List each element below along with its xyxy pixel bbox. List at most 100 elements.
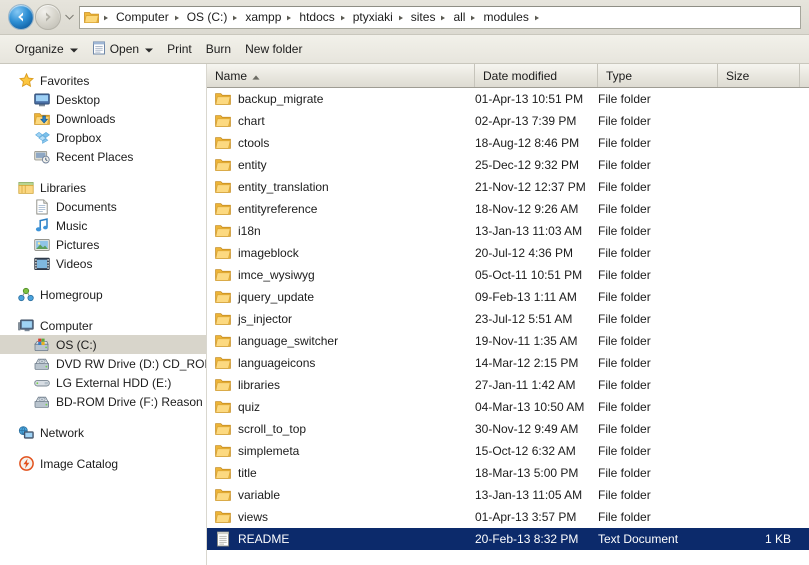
folder-icon [215,157,231,173]
table-row[interactable]: entity_translation 21-Nov-12 12:37 PM File… [207,176,809,198]
table-row[interactable]: entity 25-Dec-12 9:32 PM File folder [207,154,809,176]
column-header-type[interactable]: Type [598,64,718,87]
table-row[interactable]: js_injector 23-Jul-12 5:51 AM File folder [207,308,809,330]
sidebar-item-desktop[interactable]: Desktop [0,90,206,109]
sidebar-item-pictures[interactable]: Pictures [0,235,206,254]
table-row[interactable]: ctools 18-Aug-12 8:46 PM File folder [207,132,809,154]
explorer-window: Computer OS (C:) xampp htdocs ptyxiaki sites a… [0,0,809,565]
sidebar-item-os-c-[interactable]: OS (C:) [0,335,206,354]
table-row[interactable]: language_switcher 19-Nov-11 1:35 AM File f… [207,330,809,352]
nav-group: Computer OS (C:) DVD RW Drive (D:) CD_ROM L… [0,316,206,411]
sidebar-item-computer[interactable]: Computer [0,316,206,335]
folder-icon [215,267,231,283]
sidebar-item-label: Videos [56,256,93,271]
pictures-icon [34,237,50,253]
sidebar-item-label: BD-ROM Drive (F:) Reason 5 [56,394,207,409]
breadcrumb-separator[interactable] [338,15,350,21]
sidebar-item-downloads[interactable]: Downloads [0,109,206,128]
folder-icon [215,355,231,371]
sidebar-item-favorites[interactable]: Favorites [0,71,206,90]
cell-name: languageicons [207,352,475,374]
folder-icon [215,91,231,107]
breadcrumb-separator[interactable] [396,15,408,21]
new-folder-button[interactable]: New folder [238,38,309,60]
sidebar-item-libraries[interactable]: Libraries [0,178,206,197]
breadcrumb-separator[interactable] [468,15,480,21]
back-button[interactable] [8,4,34,30]
videos-icon [34,256,50,272]
table-row[interactable]: backup_migrate 01-Apr-13 10:51 PM File fol… [207,88,809,110]
table-row[interactable]: imce_wysiwyg 05-Oct-11 10:51 PM File folde… [207,264,809,286]
breadcrumb-item[interactable]: Computer [113,8,172,27]
breadcrumb-item[interactable]: all [450,8,468,27]
folder-icon [215,421,231,437]
table-row[interactable]: title 18-Mar-13 5:00 PM File folder [207,462,809,484]
cell-type: File folder [598,136,651,150]
breadcrumb-item[interactable]: modules [480,8,531,27]
table-row[interactable]: libraries 27-Jan-11 1:42 AM File folder [207,374,809,396]
sidebar-item-label: DVD RW Drive (D:) CD_ROM [56,356,207,371]
cell-size [718,264,800,286]
table-row[interactable]: chart 02-Apr-13 7:39 PM File folder [207,110,809,132]
sidebar-item-image-catalog[interactable]: Image Catalog [0,454,206,473]
table-row[interactable]: jquery_update 09-Feb-13 1:11 AM File folde… [207,286,809,308]
table-row[interactable]: simplemeta 15-Oct-12 6:32 AM File folder [207,440,809,462]
burn-button[interactable]: Burn [199,38,238,60]
breadcrumb-item[interactable]: sites [408,8,439,27]
table-row[interactable]: views 01-Apr-13 3:57 PM File folder [207,506,809,528]
print-button[interactable]: Print [160,38,199,60]
breadcrumb-separator[interactable] [101,15,113,21]
cell-size [718,462,800,484]
breadcrumb-item[interactable]: OS (C:) [184,8,231,27]
column-header-filler [800,64,809,87]
column-header-size[interactable]: Size [718,64,800,87]
cell-type: Text Document [598,532,679,546]
breadcrumb-item[interactable]: xampp [242,8,284,27]
breadcrumb-separator[interactable] [230,15,242,21]
table-row[interactable]: entityreference 18-Nov-12 9:26 AM File fol… [207,198,809,220]
cell-date-modified: 18-Aug-12 8:46 PM [475,136,580,150]
sidebar-item-music[interactable]: Music [0,216,206,235]
sidebar-item-label: Documents [56,199,117,214]
sidebar-item-documents[interactable]: Documents [0,197,206,216]
sidebar-item-bd-rom-drive-f-reason-5[interactable]: BD-ROM Drive (F:) Reason 5 [0,392,206,411]
sidebar-item-dropbox[interactable]: Dropbox [0,128,206,147]
sidebar-item-dvd-rw-drive-d-cd-rom[interactable]: DVD RW Drive (D:) CD_ROM [0,354,206,373]
table-row[interactable]: variable 13-Jan-13 11:05 AM File folder [207,484,809,506]
breadcrumb-separator[interactable] [284,15,296,21]
table-row[interactable]: quiz 04-Mar-13 10:50 AM File folder [207,396,809,418]
table-row[interactable]: languageicons 14-Mar-12 2:15 PM File folde… [207,352,809,374]
sidebar-item-label: Network [40,425,85,440]
navigation-pane: Favorites Desktop Downloads Dropbox Recent P… [0,64,207,565]
documents-icon [34,198,50,215]
cell-name: entity [207,154,475,176]
forward-button[interactable] [35,4,61,30]
table-row[interactable]: README 20-Feb-13 8:32 PM Text Document 1 KB [207,528,809,550]
column-header-date[interactable]: Date modified [475,64,598,87]
sidebar-item-homegroup[interactable]: Homegroup [0,285,206,304]
cell-date-modified: 15-Oct-12 6:32 AM [475,444,576,458]
file-name: backup_migrate [238,92,324,106]
sidebar-item-network[interactable]: Network [0,423,206,442]
cell-type: File folder [598,312,651,326]
file-name: entityreference [238,202,318,216]
sidebar-item-recent-places[interactable]: Recent Places [0,147,206,166]
breadcrumb-separator[interactable] [532,15,544,21]
sidebar-item-videos[interactable]: Videos [0,254,206,273]
chevron-down-icon[interactable] [63,7,75,27]
organize-button[interactable]: Organize [8,38,85,60]
open-button[interactable]: Open [85,38,160,60]
table-row[interactable]: imageblock 20-Jul-12 4:36 PM File folder [207,242,809,264]
dropbox-icon [34,130,50,146]
breadcrumb-item[interactable]: htdocs [296,8,337,27]
column-header-name[interactable]: Name [207,64,475,87]
sidebar-item-lg-external-hdd-e-[interactable]: LG External HDD (E:) [0,373,206,392]
cell-size [718,110,800,132]
breadcrumb[interactable]: Computer OS (C:) xampp htdocs ptyxiaki sites a… [79,5,801,29]
file-list-pane: Name Date modified Type Size backup_migrate… [207,64,809,565]
breadcrumb-separator[interactable] [438,15,450,21]
table-row[interactable]: i18n 13-Jan-13 11:03 AM File folder [207,220,809,242]
breadcrumb-separator[interactable] [172,15,184,21]
breadcrumb-item[interactable]: ptyxiaki [350,8,396,27]
table-row[interactable]: scroll_to_top 30-Nov-12 9:49 AM File folde… [207,418,809,440]
